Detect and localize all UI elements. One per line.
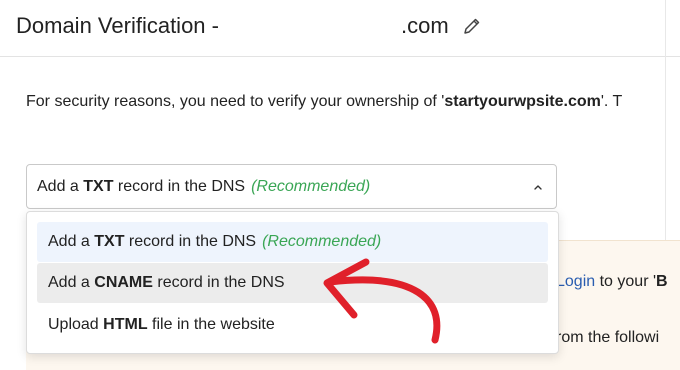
select-value-pre: Add a (37, 178, 84, 195)
page-header: Domain Verification - .com (0, 0, 680, 57)
description-suffix: '. T (600, 93, 623, 110)
menu-option-txt[interactable]: Add a TXT record in the DNS (Recommended) (37, 222, 548, 262)
option-pre: Upload (48, 316, 104, 333)
instructions-line-1: Login to your 'B (556, 273, 668, 291)
option-bold: CNAME (94, 274, 153, 291)
instructions-line-1-text: to your ' (595, 273, 657, 290)
description-domain: startyourwpsite.com (444, 93, 601, 110)
select-value-post: record in the DNS (113, 178, 246, 195)
menu-option-html-label: Upload HTML file in the website (48, 316, 275, 334)
select-value-bold: TXT (83, 178, 114, 195)
option-pre: Add a (48, 233, 95, 250)
option-post: file in the website (147, 316, 275, 333)
menu-option-cname[interactable]: Add a CNAME record in the DNS (37, 263, 548, 303)
recommended-tag: (Recommended) (262, 233, 382, 250)
domain-suffix: .com (401, 13, 449, 38)
login-link[interactable]: Login (556, 273, 595, 290)
option-post: record in the DNS (124, 233, 257, 250)
chevron-up-icon[interactable] (532, 181, 544, 193)
pencil-icon[interactable] (462, 16, 482, 36)
menu-option-html[interactable]: Upload HTML file in the website (37, 305, 548, 345)
instructions-line-1-bold: B (656, 273, 668, 290)
option-bold: HTML (103, 316, 148, 333)
security-description: For security reasons, you need to verify… (26, 93, 622, 111)
verification-method-menu: Add a TXT record in the DNS (Recommended)… (26, 211, 559, 354)
menu-option-txt-label: Add a TXT record in the DNS (Recommended) (48, 233, 381, 251)
option-post: record in the DNS (152, 274, 285, 291)
menu-option-cname-label: Add a CNAME record in the DNS (48, 274, 285, 292)
page-title: Domain Verification - (16, 13, 219, 38)
select-current-value: Add a TXT record in the DNS (Recommended) (37, 178, 370, 196)
option-pre: Add a (48, 274, 95, 291)
description-prefix: For security reasons, you need to verify… (26, 93, 445, 110)
recommended-tag: (Recommended) (251, 178, 371, 195)
verification-method-select[interactable]: Add a TXT record in the DNS (Recommended) (26, 164, 557, 209)
instructions-line-2: rom the followi (556, 329, 660, 346)
option-bold: TXT (94, 233, 125, 250)
